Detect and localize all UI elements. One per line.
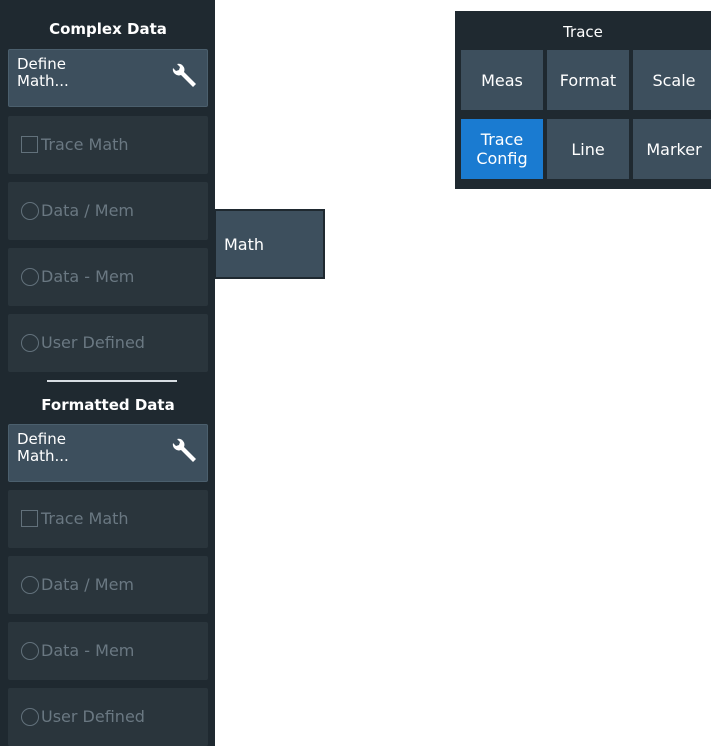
marker-label: Marker [646, 139, 702, 159]
formatted-data-minus-mem-radio[interactable]: Data - Mem [8, 622, 208, 680]
section-divider [47, 380, 177, 382]
trace-panel-title: Trace [563, 23, 603, 41]
wrench-icon [172, 438, 196, 462]
complex-data-div-mem-label: Data / Mem [41, 201, 134, 220]
formatted-data-div-mem-label: Data / Mem [41, 575, 134, 594]
radio-icon [21, 334, 39, 352]
scale-button[interactable]: Scale [633, 50, 711, 110]
formatted-define-math-button[interactable]: Define Math... [8, 424, 208, 482]
formatted-data-minus-mem-label: Data - Mem [41, 641, 135, 660]
formatted-user-defined-label: User Defined [41, 707, 145, 726]
complex-data-title: Complex Data [49, 20, 167, 38]
radio-icon [21, 708, 39, 726]
formatted-data-div-mem-radio[interactable]: Data / Mem [8, 556, 208, 614]
radio-icon [21, 268, 39, 286]
formatted-user-defined-radio[interactable]: User Defined [8, 688, 208, 746]
trace-panel: Trace Meas Format Scale Trace Config Lin… [455, 11, 711, 189]
math-softkey-panel: Complex Data Define Math... Trace Math D… [0, 0, 215, 746]
radio-icon [21, 642, 39, 660]
radio-icon [21, 202, 39, 220]
scale-label: Scale [652, 70, 696, 90]
complex-trace-math-checkbox[interactable]: Trace Math [8, 116, 208, 174]
complex-data-div-mem-radio[interactable]: Data / Mem [8, 182, 208, 240]
complex-define-math-label: Define Math... [17, 55, 69, 90]
formatted-trace-math-label: Trace Math [41, 509, 129, 528]
formatted-data-title: Formatted Data [41, 396, 175, 414]
format-button[interactable]: Format [547, 50, 629, 110]
format-label: Format [559, 70, 617, 90]
trace-config-button[interactable]: Trace Config [461, 119, 543, 179]
math-tab[interactable]: Math [214, 209, 325, 279]
complex-user-defined-radio[interactable]: User Defined [8, 314, 208, 372]
checkbox-icon [21, 510, 38, 527]
math-tab-label: Math [224, 235, 265, 254]
meas-label: Meas [481, 70, 523, 90]
complex-data-minus-mem-label: Data - Mem [41, 267, 135, 286]
formatted-trace-math-checkbox[interactable]: Trace Math [8, 490, 208, 548]
line-button[interactable]: Line [547, 119, 629, 179]
complex-user-defined-label: User Defined [41, 333, 145, 352]
complex-data-minus-mem-radio[interactable]: Data - Mem [8, 248, 208, 306]
marker-button[interactable]: Marker [633, 119, 711, 179]
trace-config-label: Trace Config [476, 130, 528, 168]
complex-define-math-button[interactable]: Define Math... [8, 49, 208, 107]
radio-icon [21, 576, 39, 594]
meas-button[interactable]: Meas [461, 50, 543, 110]
complex-trace-math-label: Trace Math [41, 135, 129, 154]
wrench-icon [172, 63, 196, 87]
line-label: Line [571, 139, 605, 159]
formatted-define-math-label: Define Math... [17, 430, 69, 465]
checkbox-icon [21, 136, 38, 153]
